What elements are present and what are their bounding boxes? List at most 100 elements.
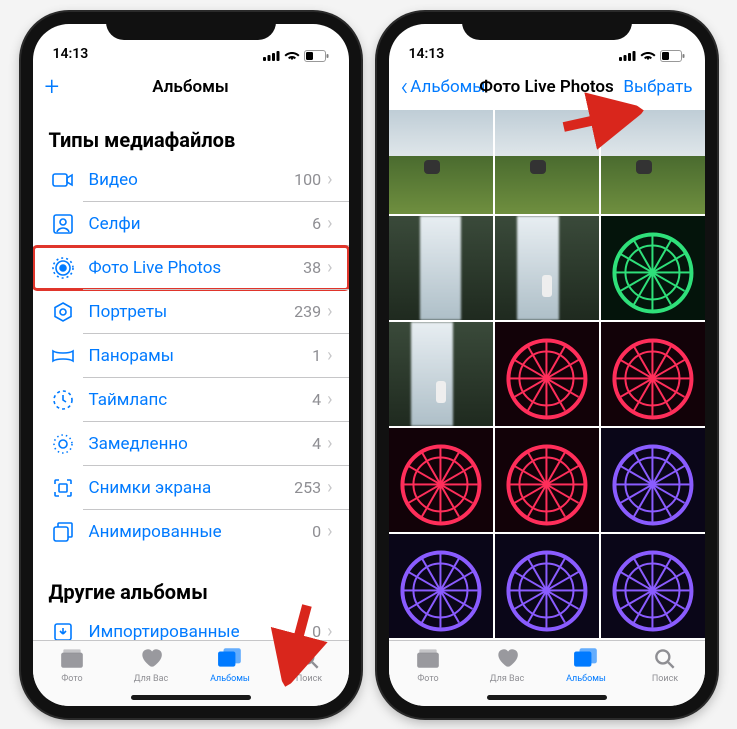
status-icons [619, 50, 685, 62]
photo-thumb[interactable] [601, 534, 705, 638]
nav-bar: + Альбомы [33, 66, 349, 110]
animated-icon [49, 518, 77, 546]
foryou-tab-icon [138, 647, 164, 674]
photo-thumb[interactable] [495, 216, 599, 320]
media-row-screenshot[interactable]: Снимки экрана253 › [33, 466, 349, 510]
row-label: Селфи [89, 214, 294, 234]
battery-icon [660, 50, 685, 62]
row-count: 4 [293, 434, 321, 453]
media-types-header: Типы медиафайлов [33, 110, 349, 158]
home-indicator[interactable] [487, 695, 607, 700]
status-time: 14:13 [409, 46, 445, 62]
status-time: 14:13 [53, 46, 89, 62]
chevron-right-icon: › [327, 257, 332, 278]
media-row-timelapse[interactable]: Таймлапс4› [33, 378, 349, 422]
screen-left: 14:13 + Альбомы Типы медиафайлов Видео10… [33, 24, 349, 706]
chevron-right-icon: › [327, 477, 332, 498]
media-row-portrait[interactable]: Портреты239› [33, 290, 349, 334]
panorama-icon [49, 342, 77, 370]
albums-tab-icon [217, 647, 243, 674]
signal-icon [619, 50, 636, 61]
photo-thumb[interactable] [389, 216, 493, 320]
media-row-live[interactable]: Фото Live Photos38 › [33, 246, 349, 290]
selfie-icon [49, 210, 77, 238]
albums-content[interactable]: Типы медиафайлов Видео100›Селфи6›Фото Li… [33, 110, 349, 640]
tab-search[interactable]: Поиск [270, 647, 349, 706]
photo-thumb[interactable] [601, 216, 705, 320]
row-count: 38 [293, 258, 321, 277]
chevron-right-icon: › [327, 521, 332, 542]
foryou-tab-icon [494, 647, 520, 674]
photo-thumb[interactable] [389, 322, 493, 426]
nav-bar: ‹ Альбомы Фото Live Photos Выбрать [389, 66, 705, 110]
row-label: Панорамы [89, 346, 294, 366]
other-albums-header: Другие альбомы [33, 554, 349, 610]
tab-label: Альбомы [566, 674, 606, 684]
media-row-slomo[interactable]: Замедленно4 › [33, 422, 349, 466]
phone-left: 14:13 + Альбомы Типы медиафайлов Видео10… [21, 12, 361, 718]
photo-thumb[interactable] [389, 428, 493, 532]
tab-label: Для Вас [490, 674, 524, 684]
chevron-right-icon: › [327, 213, 332, 234]
row-label: Анимированные [89, 522, 294, 542]
back-button[interactable]: ‹ Альбомы [401, 74, 486, 100]
chevron-right-icon: › [327, 345, 332, 366]
photos-tab-icon [59, 647, 85, 674]
photo-grid-container[interactable] [389, 110, 705, 640]
home-indicator[interactable] [131, 695, 251, 700]
row-label: Замедленно [89, 434, 294, 454]
row-label: Снимки экрана [89, 478, 294, 498]
row-count: 1 [293, 346, 321, 365]
row-count: 6 [293, 214, 321, 233]
tab-label: Поиск [296, 674, 322, 684]
search-tab-icon [296, 647, 322, 674]
photo-thumb[interactable] [389, 534, 493, 638]
slomo-icon [49, 430, 77, 458]
media-row-animated[interactable]: Анимированные0 › [33, 510, 349, 554]
portrait-icon [49, 298, 77, 326]
status-icons [263, 50, 329, 62]
screenshot-icon [49, 474, 77, 502]
media-row-panorama[interactable]: Панорамы1 › [33, 334, 349, 378]
row-count: 239 [293, 302, 321, 321]
tab-photos[interactable]: Фото [33, 647, 112, 706]
photos-tab-icon [415, 647, 441, 674]
other-albums-list: Импортированные0›Скрытые0›Недавно удален… [33, 610, 349, 640]
tab-label: Фото [61, 674, 82, 684]
tab-label: Поиск [652, 674, 678, 684]
chevron-right-icon: › [327, 433, 332, 454]
photo-thumb[interactable] [495, 534, 599, 638]
other-row-imported[interactable]: Импортированные0› [33, 610, 349, 640]
photo-thumb[interactable] [495, 428, 599, 532]
search-tab-icon [652, 647, 678, 674]
signal-icon [263, 50, 280, 61]
add-album-button[interactable]: + [45, 74, 60, 100]
tab-search[interactable]: Поиск [626, 647, 705, 706]
media-row-selfie[interactable]: Селфи6 › [33, 202, 349, 246]
back-label: Альбомы [410, 77, 485, 97]
row-label: Фото Live Photos [89, 258, 294, 278]
photo-thumb[interactable] [601, 322, 705, 426]
photo-grid [389, 110, 705, 638]
photo-thumb[interactable] [389, 110, 493, 214]
row-count: 0 [293, 522, 321, 541]
notch [462, 12, 632, 40]
row-count: 253 [293, 478, 321, 497]
wifi-icon [640, 50, 656, 61]
chevron-right-icon: › [327, 169, 332, 190]
photo-thumb[interactable] [601, 428, 705, 532]
row-count: 0 [293, 622, 321, 640]
media-row-video[interactable]: Видео100› [33, 158, 349, 202]
photo-thumb[interactable] [601, 110, 705, 214]
chevron-left-icon: ‹ [401, 74, 409, 100]
chevron-right-icon: › [327, 301, 332, 322]
select-button[interactable]: Выбрать [623, 77, 692, 97]
chevron-right-icon: › [327, 389, 332, 410]
tab-label: Для Вас [134, 674, 168, 684]
row-count: 100 [293, 170, 321, 189]
battery-icon [304, 50, 329, 62]
tab-photos[interactable]: Фото [389, 647, 468, 706]
photo-thumb[interactable] [495, 322, 599, 426]
row-label: Таймлапс [89, 390, 294, 410]
photo-thumb[interactable] [495, 110, 599, 214]
